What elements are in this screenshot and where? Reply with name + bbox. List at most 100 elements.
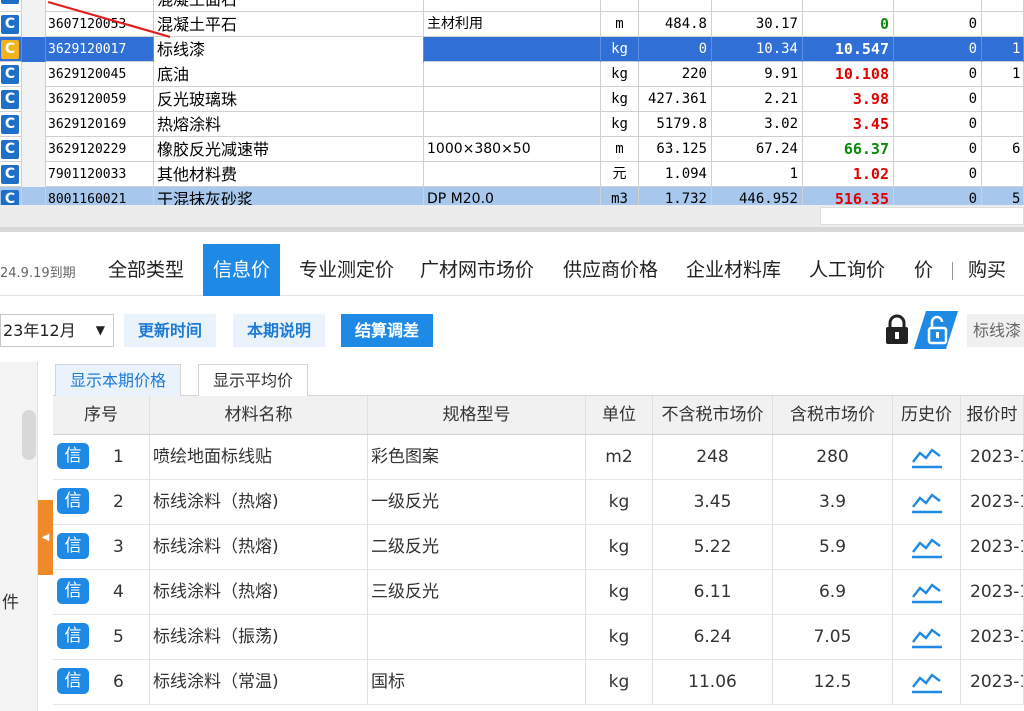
tab-market-price[interactable]: 广材网市场价	[420, 244, 534, 296]
row-spec: 国标	[368, 660, 586, 704]
grid-cell-unit: kg	[601, 62, 639, 87]
grid-cell-value: 0	[894, 187, 982, 205]
grid-cell-price: 2.21	[712, 87, 803, 112]
row-seq: 6	[113, 672, 124, 692]
tab-supplier-price[interactable]: 供应商价格	[563, 244, 658, 296]
tab-info-price[interactable]: 信息价	[203, 244, 281, 296]
row-material-name: 标线涂料（热熔)	[150, 570, 368, 614]
grid-row[interactable]: C 7901120033 其他材料费 元 1.094 1 1.02 0	[0, 162, 1024, 187]
grid-cell-name[interactable]: 标线漆	[154, 37, 424, 62]
trend-chart-icon[interactable]	[911, 490, 943, 514]
row-spec: 三级反光	[368, 570, 586, 614]
grid-cell-name[interactable]: 其他材料费	[154, 162, 424, 187]
grid-cell-name[interactable]: 混凝土平石	[154, 12, 424, 37]
trend-chart-icon[interactable]	[911, 535, 943, 559]
trend-chart-icon[interactable]	[911, 580, 943, 604]
trend-chart-icon[interactable]	[911, 625, 943, 649]
row-inc-tax-price: 7.05	[773, 615, 893, 659]
tab-price-more[interactable]: 价	[914, 244, 933, 296]
type-badge: C	[1, 0, 19, 4]
tab-enterprise-library[interactable]: 企业材料库	[686, 244, 781, 296]
period-notes-button[interactable]: 本期说明	[233, 314, 326, 347]
grid-cell-spec	[424, 37, 601, 62]
table-row[interactable]: 信 3 标线涂料（热熔)二级反光kg5.225.9 2023-1	[53, 525, 1024, 570]
search-input[interactable]: 标线漆	[967, 314, 1024, 347]
col-name[interactable]: 材料名称	[150, 396, 368, 434]
grid-cell-name: 混凝土面石	[154, 0, 424, 12]
vertical-scrollbar-thumb[interactable]	[22, 410, 36, 460]
grid-cell-unit: 元	[601, 162, 639, 187]
update-time-button[interactable]: 更新时间	[124, 314, 217, 347]
grid-cell-diff: 3.98	[803, 87, 894, 112]
grid-cell-name[interactable]: 干混抹灰砂浆	[154, 187, 424, 205]
tab-manual-inquiry[interactable]: 人工询价	[809, 244, 885, 296]
grid-cell-name[interactable]: 橡胶反光减速带	[154, 137, 424, 162]
row-unit: m2	[586, 435, 653, 479]
type-badge: C	[1, 165, 19, 184]
table-row[interactable]: 信 5 标线涂料（振荡) kg6.247.05 2023-1	[53, 615, 1024, 660]
row-ex-tax-price: 3.45	[653, 480, 773, 524]
table-row[interactable]: 信 2 标线涂料（热熔)一级反光kg3.453.9 2023-1	[53, 480, 1024, 525]
grid-cell-value: 0	[894, 162, 982, 187]
grid-cell-unit: kg	[601, 112, 639, 137]
table-row[interactable]: 信 6 标线涂料（常温)国标kg11.0612.5 2023-1	[53, 660, 1024, 705]
col-ex-tax[interactable]: 不含税市场价	[653, 396, 773, 434]
grid-row[interactable]: C 3629120229 橡胶反光减速带 1000×380×50 m 63.125 67.2…	[0, 137, 1024, 162]
col-unit[interactable]: 单位	[586, 396, 653, 434]
grid-cell-spec	[424, 112, 601, 137]
trend-chart-icon[interactable]	[911, 445, 943, 469]
grid-cell-spec: DP M20.0	[424, 187, 601, 205]
col-history[interactable]: 历史价	[893, 396, 961, 434]
grid-row[interactable]: C 8001160021 干混抹灰砂浆 DP M20.0 m3 1.732 446.952 5…	[0, 187, 1024, 205]
grid-cell-qty: 5179.8	[639, 112, 712, 137]
type-badge: C	[1, 15, 19, 34]
tab-all-types[interactable]: 全部类型	[108, 244, 184, 296]
lock-icon[interactable]	[880, 313, 914, 347]
tab-professional-price[interactable]: 专业测定价	[299, 244, 394, 296]
row-ex-tax-price: 248	[653, 435, 773, 479]
trend-chart-icon[interactable]	[911, 670, 943, 694]
unlock-icon[interactable]	[914, 311, 958, 349]
row-inc-tax-price: 280	[773, 435, 893, 479]
col-quote-date[interactable]: 报价时	[961, 396, 1024, 434]
grid-cell-price: 10.34	[712, 37, 803, 62]
row-seq: 2	[113, 492, 124, 512]
grid-row[interactable]: C 3629120059 反光玻璃珠 kg 427.361 2.21 3.98 0	[0, 87, 1024, 112]
grid-cell-name[interactable]: 底油	[154, 62, 424, 87]
grid-cell-qty: 63.125	[639, 137, 712, 162]
collapse-panel-handle[interactable]: ◀	[38, 500, 53, 575]
grid-row[interactable]: C 3629120169 热熔涂料 kg 5179.8 3.02 3.45 0	[0, 112, 1024, 137]
type-badge: C	[1, 140, 19, 159]
period-select[interactable]: 23年12月 ▼	[0, 314, 114, 347]
grid-cell-value: 0	[894, 137, 982, 162]
scrollbar-thumb[interactable]	[820, 207, 1024, 225]
table-row[interactable]: 信 4 标线涂料（热熔)三级反光kg6.116.9 2023-1	[53, 570, 1024, 615]
tab-current-price[interactable]: 显示本期价格	[55, 364, 182, 396]
table-row[interactable]: 信 1 喷绘地面标线贴彩色图案m2248280 2023-1	[53, 435, 1024, 480]
grid-cell-qty: 427.361	[639, 87, 712, 112]
col-inc-tax[interactable]: 含税市场价	[773, 396, 893, 434]
grid-cell-unit: kg	[601, 87, 639, 112]
row-spec: 一级反光	[368, 480, 586, 524]
grid-cell-extra: 6	[982, 137, 1024, 162]
buy-link[interactable]: 购买	[968, 244, 1006, 296]
grid-cell-spec	[424, 162, 601, 187]
settle-diff-button[interactable]: 结算调差	[341, 314, 434, 347]
row-unit: kg	[586, 480, 653, 524]
grid-row[interactable]: C 3629120045底油 kg2209.9110.10801(	[0, 62, 1024, 87]
info-price-badge: 信	[57, 668, 89, 694]
row-quote-date: 2023-1	[961, 435, 1024, 479]
col-seq[interactable]: 序号	[53, 396, 150, 434]
row-ex-tax-price: 6.24	[653, 615, 773, 659]
row-quote-date: 2023-1	[961, 615, 1024, 659]
grid-cell-name[interactable]: 热熔涂料	[154, 112, 424, 137]
tab-average-price[interactable]: 显示平均价	[198, 364, 309, 396]
grid-cell-name[interactable]: 反光玻璃珠	[154, 87, 424, 112]
period-value: 23年12月	[3, 321, 76, 340]
grid-cell-qty: 220	[639, 62, 712, 87]
row-inc-tax-price: 6.9	[773, 570, 893, 614]
row-inc-tax-price: 12.5	[773, 660, 893, 704]
col-spec[interactable]: 规格型号	[368, 396, 586, 434]
left-panel-label: 件	[2, 593, 19, 613]
grid-cell-extra	[982, 87, 1024, 112]
